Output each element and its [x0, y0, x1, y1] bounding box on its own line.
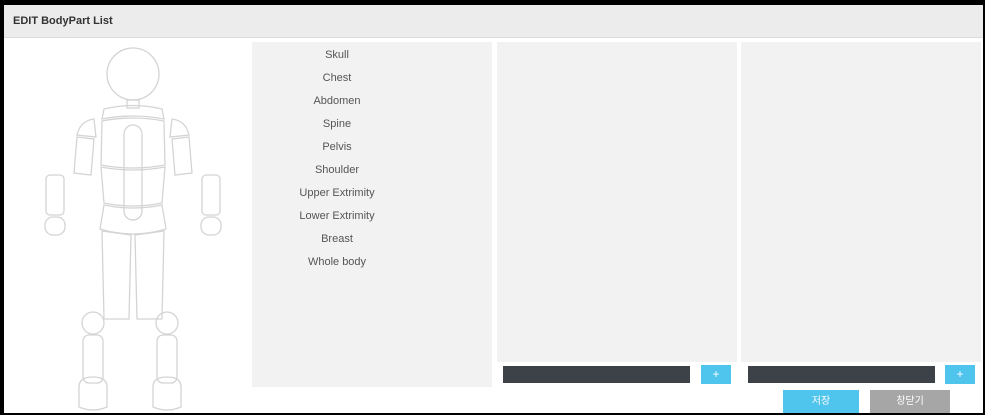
body-shin-right[interactable] [156, 334, 178, 384]
body-shin-left[interactable] [82, 334, 104, 384]
edit-bodypart-window: EDIT BodyPart List Skull Chest Abdomen S… [4, 5, 983, 413]
close-window-button[interactable]: 창닫기 [870, 390, 950, 413]
body-shoulder-right[interactable] [169, 118, 190, 138]
bodypart-item-lower-extrimity[interactable]: Lower Extrimity [252, 206, 422, 226]
middle-list-panel[interactable] [497, 42, 737, 362]
body-knee-left[interactable] [81, 311, 105, 335]
bodypart-item-chest[interactable]: Chest [252, 68, 422, 88]
body-head[interactable] [106, 47, 160, 101]
body-neck[interactable] [126, 99, 140, 109]
save-button[interactable]: 저장 [783, 390, 859, 413]
title-bar: EDIT BodyPart List [4, 5, 983, 38]
body-knee-right[interactable] [155, 311, 179, 335]
bodypart-item-shoulder[interactable]: Shoulder [252, 160, 422, 180]
body-forearm-right[interactable] [201, 174, 221, 216]
body-upper-arm-right[interactable] [171, 136, 193, 176]
body-upper-arm-left[interactable] [73, 136, 95, 176]
body-foot-right[interactable] [152, 376, 182, 411]
bodypart-item-skull[interactable]: Skull [252, 45, 422, 65]
bodypart-item-breast[interactable]: Breast [252, 229, 422, 249]
bodypart-item-whole-body[interactable]: Whole body [252, 252, 422, 272]
bodypart-item-pelvis[interactable]: Pelvis [252, 137, 422, 157]
body-shoulder-left[interactable] [76, 118, 97, 138]
bodypart-item-spine[interactable]: Spine [252, 114, 422, 134]
body-hand-left[interactable] [44, 216, 66, 236]
body-abdomen[interactable] [100, 166, 166, 207]
body-forearm-left[interactable] [45, 174, 65, 216]
body-foot-left[interactable] [78, 376, 108, 411]
right-add-input[interactable] [748, 366, 935, 383]
body-hand-right[interactable] [200, 216, 222, 236]
body-thigh-left[interactable] [101, 230, 132, 320]
bodypart-item-upper-extrimity[interactable]: Upper Extrimity [252, 183, 422, 203]
middle-add-button[interactable]: + [701, 365, 731, 384]
bodypart-list: Skull Chest Abdomen Spine Pelvis Shoulde… [252, 42, 492, 387]
body-thigh-right[interactable] [134, 230, 165, 320]
bodypart-item-abdomen[interactable]: Abdomen [252, 91, 422, 111]
right-list-panel[interactable] [741, 42, 981, 362]
middle-add-input[interactable] [503, 366, 690, 383]
window-title: EDIT BodyPart List [13, 15, 113, 27]
right-add-button[interactable]: + [945, 365, 975, 384]
body-figure-diagram [44, 47, 222, 411]
